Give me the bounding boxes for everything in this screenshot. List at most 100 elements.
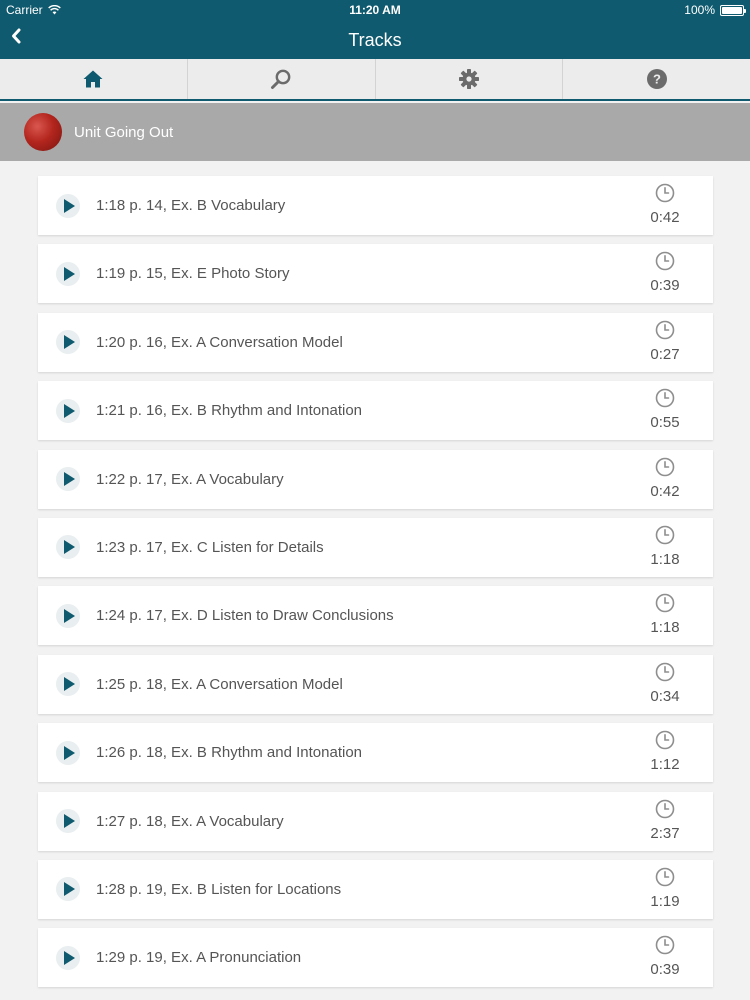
play-button[interactable]: [56, 193, 80, 218]
status-time: 11:20 AM: [349, 3, 401, 17]
track-duration-text: 1:18: [650, 550, 680, 568]
tab-bar: ?: [0, 59, 750, 101]
play-icon: [56, 193, 80, 218]
play-icon: [56, 945, 80, 970]
track-duration: 1:18: [647, 593, 683, 636]
track-duration-text: 0:55: [650, 414, 680, 432]
track-title: 1:20 p. 16, Ex. A Conversation Model: [96, 333, 343, 351]
play-button[interactable]: [56, 877, 80, 902]
search-icon: [271, 69, 291, 89]
track-duration-text: 0:39: [650, 277, 680, 295]
tab-search[interactable]: [188, 59, 376, 99]
track-row[interactable]: 1:19 p. 15, Ex. E Photo Story 0:39: [38, 244, 713, 304]
nav-bar: Tracks: [0, 20, 750, 59]
clock-icon: [655, 320, 675, 340]
track-duration-text: 0:42: [650, 482, 680, 500]
track-row[interactable]: 1:25 p. 18, Ex. A Conversation Model 0:3…: [38, 654, 713, 714]
track-title: 1:26 p. 18, Ex. B Rhythm and Intonation: [96, 744, 363, 762]
clock-icon: [655, 183, 675, 203]
page-title: Tracks: [348, 30, 402, 50]
track-row[interactable]: 1:23 p. 17, Ex. C Listen for Details 1:1…: [38, 517, 713, 577]
track-duration-text: 0:34: [650, 687, 680, 705]
clock-icon: [655, 388, 675, 408]
play-icon: [56, 603, 80, 628]
track-list: 1:18 p. 14, Ex. B Vocabulary 0:42 1:19 p…: [38, 176, 713, 997]
battery-percent: 100%: [684, 3, 715, 17]
play-icon: [56, 330, 80, 355]
track-row[interactable]: 1:27 p. 18, Ex. A Vocabulary 2:37: [38, 791, 713, 851]
clock-icon: [655, 799, 675, 818]
track-duration: 0:34: [647, 662, 683, 705]
track-title: 1:24 p. 17, Ex. D Listen to Draw Conclus…: [96, 607, 394, 625]
gear-icon: [458, 69, 479, 89]
play-button[interactable]: [56, 945, 80, 970]
play-button[interactable]: [56, 330, 80, 355]
play-icon: [56, 672, 80, 697]
track-duration: 1:19: [647, 867, 683, 910]
track-duration-text: 1:18: [650, 619, 680, 637]
track-title: 1:28 p. 19, Ex. B Listen for Locations: [96, 880, 342, 898]
track-title: 1:21 p. 16, Ex. B Rhythm and Intonation: [96, 402, 363, 420]
track-row[interactable]: 1:24 p. 17, Ex. D Listen to Draw Conclus…: [38, 586, 713, 646]
track-row[interactable]: 1:21 p. 16, Ex. B Rhythm and Intonation …: [38, 381, 713, 441]
track-row[interactable]: 1:26 p. 18, Ex. B Rhythm and Intonation …: [38, 723, 713, 783]
track-row[interactable]: 1:29 p. 19, Ex. A Pronunciation 0:39: [38, 928, 713, 988]
play-button[interactable]: [56, 672, 80, 697]
track-title: 1:19 p. 15, Ex. E Photo Story: [96, 265, 290, 283]
play-button[interactable]: [56, 261, 80, 286]
clock-icon: [655, 525, 675, 545]
tab-home[interactable]: [0, 59, 188, 99]
play-icon: [56, 467, 80, 492]
track-row[interactable]: 1:28 p. 19, Ex. B Listen for Locations 1…: [38, 859, 713, 919]
clock-icon: [655, 935, 675, 955]
battery-group: 100%: [684, 3, 746, 17]
tab-help[interactable]: ?: [563, 59, 750, 99]
clock-icon: [655, 252, 675, 271]
play-button[interactable]: [56, 809, 80, 834]
clock-icon: [655, 457, 675, 476]
play-icon: [56, 740, 80, 765]
tab-settings[interactable]: [376, 59, 564, 99]
clock-icon: [655, 730, 675, 750]
track-title: 1:29 p. 19, Ex. A Pronunciation: [96, 949, 302, 967]
track-title: 1:18 p. 14, Ex. B Vocabulary: [96, 197, 286, 214]
track-duration: 0:27: [647, 320, 683, 363]
home-icon: [83, 70, 103, 88]
status-bar: Carrier 11:20 AM 100%: [0, 0, 750, 20]
track-duration: 0:42: [647, 457, 683, 500]
track-duration-text: 0:42: [650, 209, 680, 226]
track-duration: 2:37: [647, 799, 683, 842]
play-button[interactable]: [56, 467, 80, 492]
unit-header: Unit Going Out: [0, 103, 750, 161]
track-duration-text: 2:37: [650, 824, 680, 842]
play-button[interactable]: [56, 740, 80, 765]
play-button[interactable]: [56, 535, 80, 560]
track-duration-text: 0:27: [650, 345, 680, 363]
play-icon: [56, 535, 80, 560]
svg-text:?: ?: [653, 72, 661, 87]
unit-thumbnail: [24, 113, 62, 151]
unit-title: Unit Going Out: [74, 123, 174, 141]
help-icon: ?: [646, 69, 667, 89]
play-button[interactable]: [56, 603, 80, 628]
play-icon: [56, 398, 80, 423]
track-duration-text: 1:19: [650, 892, 680, 910]
track-title: 1:23 p. 17, Ex. C Listen for Details: [96, 538, 324, 556]
track-duration: 0:55: [647, 388, 683, 431]
track-row[interactable]: 1:20 p. 16, Ex. A Conversation Model 0:2…: [38, 312, 713, 372]
track-duration: 1:18: [647, 525, 683, 568]
track-row[interactable]: 1:22 p. 17, Ex. A Vocabulary 0:42: [38, 449, 713, 509]
track-row[interactable]: 1:18 p. 14, Ex. B Vocabulary 0:42: [38, 176, 713, 235]
play-button[interactable]: [56, 398, 80, 423]
track-duration: 0:39: [647, 251, 683, 294]
track-duration: 0:39: [647, 935, 683, 978]
play-icon: [56, 261, 80, 286]
track-title: 1:25 p. 18, Ex. A Conversation Model: [96, 675, 343, 693]
battery-icon: [720, 4, 746, 16]
track-duration-text: 1:12: [650, 756, 680, 774]
track-title: 1:27 p. 18, Ex. A Vocabulary: [96, 812, 284, 830]
track-duration-text: 0:39: [650, 961, 680, 979]
track-title: 1:22 p. 17, Ex. A Vocabulary: [96, 470, 284, 488]
track-duration: 1:12: [647, 730, 683, 773]
play-icon: [56, 809, 80, 834]
